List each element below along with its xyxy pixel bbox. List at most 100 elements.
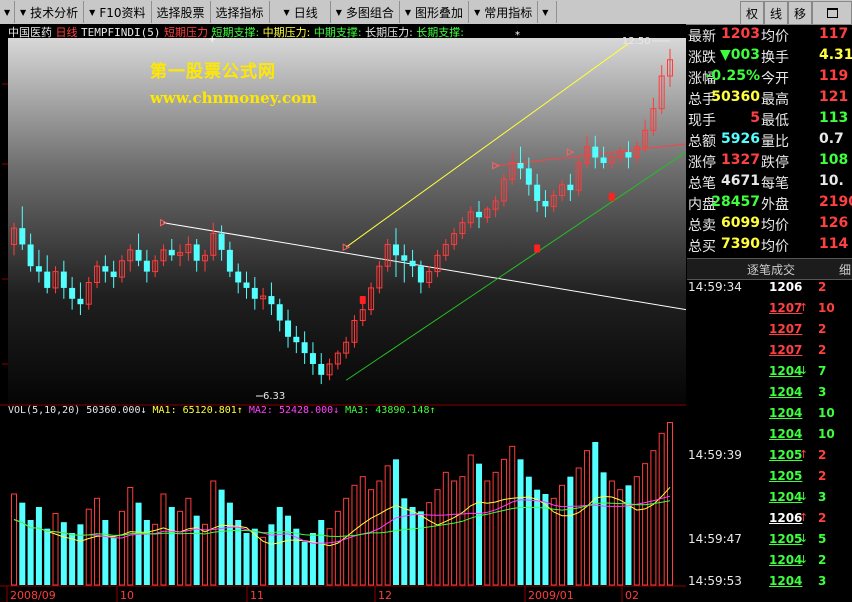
menu-overlay[interactable]: ▼ 图形叠加 — [400, 1, 470, 23]
volume-bar-down — [135, 502, 142, 585]
trade-price: 1204 — [769, 427, 803, 441]
volume-bar-down — [193, 515, 200, 585]
volume-bar-down — [19, 502, 26, 585]
volume-bar-down — [110, 537, 117, 585]
trade-volume: 7 — [818, 364, 827, 378]
volume-bar-down — [301, 541, 308, 585]
toolbar-more[interactable]: ▼ — [538, 1, 558, 23]
quote-row: 涨跌▼003换手 4.31% — [687, 47, 852, 67]
period-label: 日线 — [55, 26, 78, 39]
candle-down — [243, 282, 250, 288]
trade-volume: 10 — [818, 301, 835, 315]
chart-header: 中国医药 日线 TEMPFINDI(5) 短期压力 短期支撑: 中期压力: 中期… — [8, 24, 464, 39]
trades-detail-tab[interactable]: 细 — [839, 261, 851, 278]
candle-down — [77, 298, 84, 305]
quote-value: 117 — [819, 26, 849, 42]
tab-weight[interactable]: 权 — [740, 1, 764, 25]
volume-bar-down — [218, 489, 225, 585]
quote-value: 6099 — [721, 215, 760, 231]
indicator-values: 短期压力 短期支撑: 中期压力: 中期支撑: 长期压力: 长期支撑: — [164, 26, 464, 39]
trade-row: 14:59:47 1205 ↓ 5 — [687, 532, 852, 553]
menu-common-indicators[interactable]: ▼ 常用指标 — [469, 1, 539, 23]
menu-select-stock[interactable]: 选择股票 — [152, 1, 211, 23]
signal-marker — [359, 296, 366, 305]
trade-price: 1205 — [769, 532, 803, 546]
volume-bar-down — [44, 528, 51, 585]
trade-volume: 3 — [818, 490, 827, 504]
candle-down — [301, 342, 308, 354]
star-marker: * — [515, 30, 520, 41]
high-price-label: 12.50 — [622, 36, 651, 47]
volume-bar-down — [309, 533, 316, 585]
menu-tech-analysis[interactable]: ▼ 技术分析 — [15, 1, 85, 23]
toolbar-arrow[interactable]: ▼ — [0, 1, 15, 23]
trade-volume: 10 — [818, 427, 835, 441]
trade-row: 1204 10 — [687, 406, 852, 427]
volume-bar-down — [392, 459, 399, 585]
trade-volume: 2 — [818, 343, 827, 357]
quote-label: 现手 — [688, 113, 716, 129]
quote-row: 涨停 1327 跌停 108 — [687, 152, 852, 172]
indicator-item: 中期支撑: — [310, 26, 362, 39]
volume-bar-down — [143, 520, 150, 585]
candle-down — [600, 157, 607, 163]
date-label: 2009/01 — [528, 589, 574, 602]
quote-value: 126 — [819, 215, 849, 231]
volume-bar-down — [592, 442, 599, 585]
menu-select-indicator[interactable]: 选择指标 — [211, 1, 270, 23]
volume-header: VOL(5,10,20) 50360.000↓ MA1: 65120.801↑ … — [8, 405, 435, 416]
quote-label: 跌停 — [761, 155, 789, 171]
trade-volume: 10 — [818, 406, 835, 420]
menu-label: 多图组合 — [345, 5, 394, 20]
candle-down — [27, 244, 34, 267]
candle-down — [309, 353, 316, 364]
window-restore-button[interactable] — [812, 1, 852, 25]
menu-multi-chart[interactable]: ▼ 多图组合 — [331, 1, 400, 23]
indicator-name: TEMPFINDI(5) — [81, 26, 161, 39]
trade-price: 1207 — [769, 343, 803, 357]
candle-down — [60, 271, 67, 288]
quote-value: 119 — [819, 68, 849, 84]
trade-direction-icon: ↓ — [799, 364, 809, 377]
menu-daily[interactable]: ▼ 日线 — [270, 1, 331, 23]
menu-f10[interactable]: ▼ F10资料 — [84, 1, 152, 23]
volume-bar-down — [534, 489, 541, 585]
trade-volume: 2 — [818, 553, 827, 567]
volume-header-item: MA2: 52428.000↓ — [248, 405, 346, 416]
date-label: 12 — [378, 589, 392, 602]
quote-value: 28457 — [711, 194, 760, 210]
volume-bar-down — [251, 528, 258, 585]
candle-down — [276, 304, 283, 321]
volume-bar-down — [600, 472, 607, 585]
quote-value: 0.7 — [819, 131, 844, 147]
stock-name: 中国医药 — [8, 26, 52, 39]
candle-down — [110, 271, 117, 278]
volume-bar-down — [268, 524, 275, 585]
trade-row: 14:59:39 1205 ↑ 2 — [687, 448, 852, 469]
trade-volume: 2 — [818, 469, 827, 483]
candle-down — [35, 266, 42, 272]
quote-value: 5 — [750, 110, 760, 126]
candle-down — [235, 271, 242, 283]
volume-bar-down — [417, 511, 424, 585]
quote-row: 总卖 6099 均价 126 — [687, 215, 852, 235]
indicator-item: 中期压力: — [259, 26, 311, 39]
trade-price: 1207 — [769, 322, 803, 336]
trade-direction-icon: ↑ — [799, 511, 809, 524]
trade-row: 1207 ↑ 10 — [687, 301, 852, 322]
volume-bar-down — [625, 485, 632, 585]
tab-move[interactable]: 移 — [788, 1, 812, 25]
trades-header: 逐笔成交 细 — [687, 258, 852, 280]
signal-marker — [608, 192, 615, 201]
candlestick-chart[interactable]: 12.506.33+ * 2008/09 10 11 12 2009/01 02 — [0, 24, 686, 602]
watermark-url: www.chnmoney.com — [150, 89, 317, 107]
menu-label: 选择股票 — [156, 5, 205, 20]
quote-value: 4671 — [721, 173, 760, 189]
candle-down — [318, 363, 325, 375]
trade-price: 1204 — [769, 385, 803, 399]
tab-line[interactable]: 线 — [764, 1, 788, 25]
trade-row: 1207 2 — [687, 343, 852, 364]
candle-down — [525, 168, 532, 185]
trade-direction-icon: ↓ — [799, 490, 809, 503]
candle-down — [102, 266, 109, 272]
